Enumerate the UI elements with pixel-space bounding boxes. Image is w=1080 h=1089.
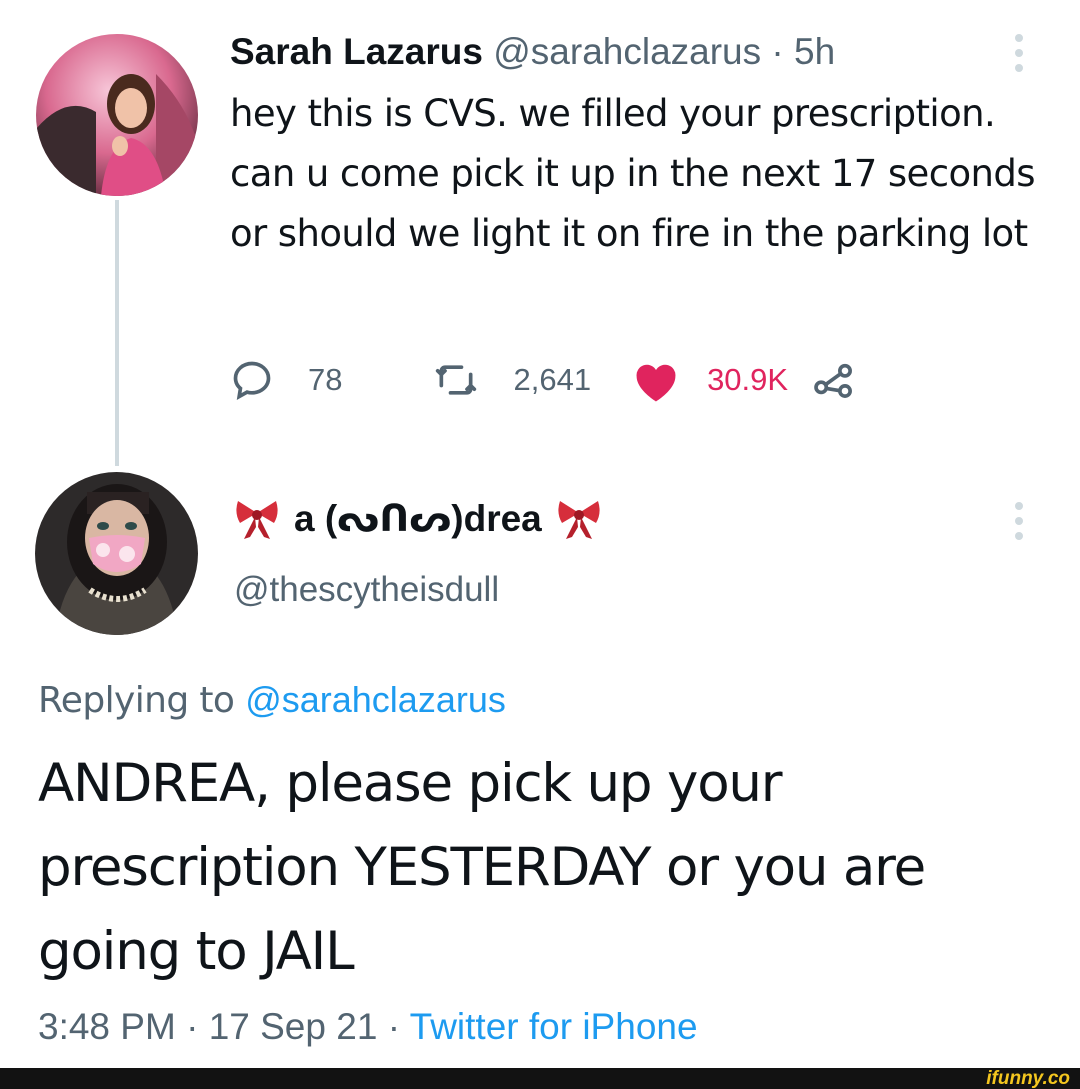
author-name[interactable]: Sarah Lazarus [230,31,483,72]
andrea-avatar[interactable] [35,472,198,635]
reply-date[interactable]: 17 Sep 21 [209,1006,378,1047]
like-button[interactable]: 30.9K [631,357,788,403]
tweet-time[interactable]: 5h [794,31,835,72]
bow-icon [558,501,600,539]
thread-line [115,200,119,466]
watermark-bar: ifunny.co [0,1068,1080,1089]
reply-icon [233,361,271,400]
retweet-icon [436,365,477,395]
like-count: 30.9K [707,362,789,397]
author-handle[interactable]: @sarahclazarus [493,31,761,72]
sarah-avatar[interactable] [36,34,198,196]
header-separator: · [771,31,784,72]
replying-to: Replying to @sarahclazarus [38,676,506,725]
reply-author-name[interactable]: a (ᔓᑎᔕ)drea [294,494,542,544]
reply-author-handle[interactable]: @thescytheisdull [234,566,499,614]
reply-time[interactable]: 3:48 PM [38,1006,176,1047]
reply-meta: 3:48 PM · 17 Sep 21 · Twitter for iPhone [38,1002,698,1052]
meta-separator: · [387,1006,401,1047]
share-button[interactable] [812,358,856,402]
bow-icon [236,501,278,539]
source-link[interactable]: Twitter for iPhone [410,1006,698,1047]
meta-separator: · [186,1006,199,1047]
heart-icon [636,364,676,402]
tweet-text: hey this is CVS. we filled your prescrip… [230,92,1036,255]
share-icon [814,363,853,398]
replying-label: Replying to [38,680,235,721]
retweet-button[interactable]: 2,641 [434,358,591,402]
reply-button[interactable]: 78 [230,358,342,402]
replying-handle-link[interactable]: @sarahclazarus [245,679,506,720]
tweet-actions: 78 2,641 30.9K [230,352,856,408]
reply-more-options-icon[interactable] [1015,502,1023,540]
reply-count: 78 [308,362,343,397]
tweet-header: Sarah Lazarus @sarahclazarus · 5h [230,28,835,76]
retweet-count: 2,641 [513,362,592,397]
more-options-icon[interactable] [1015,34,1023,72]
watermark-text: ifunny.co [986,1068,1070,1089]
reply-text: ANDREA, please pick up your prescription… [38,753,926,982]
reply-author-name-row[interactable]: a (ᔓᑎᔕ)drea [234,494,602,544]
